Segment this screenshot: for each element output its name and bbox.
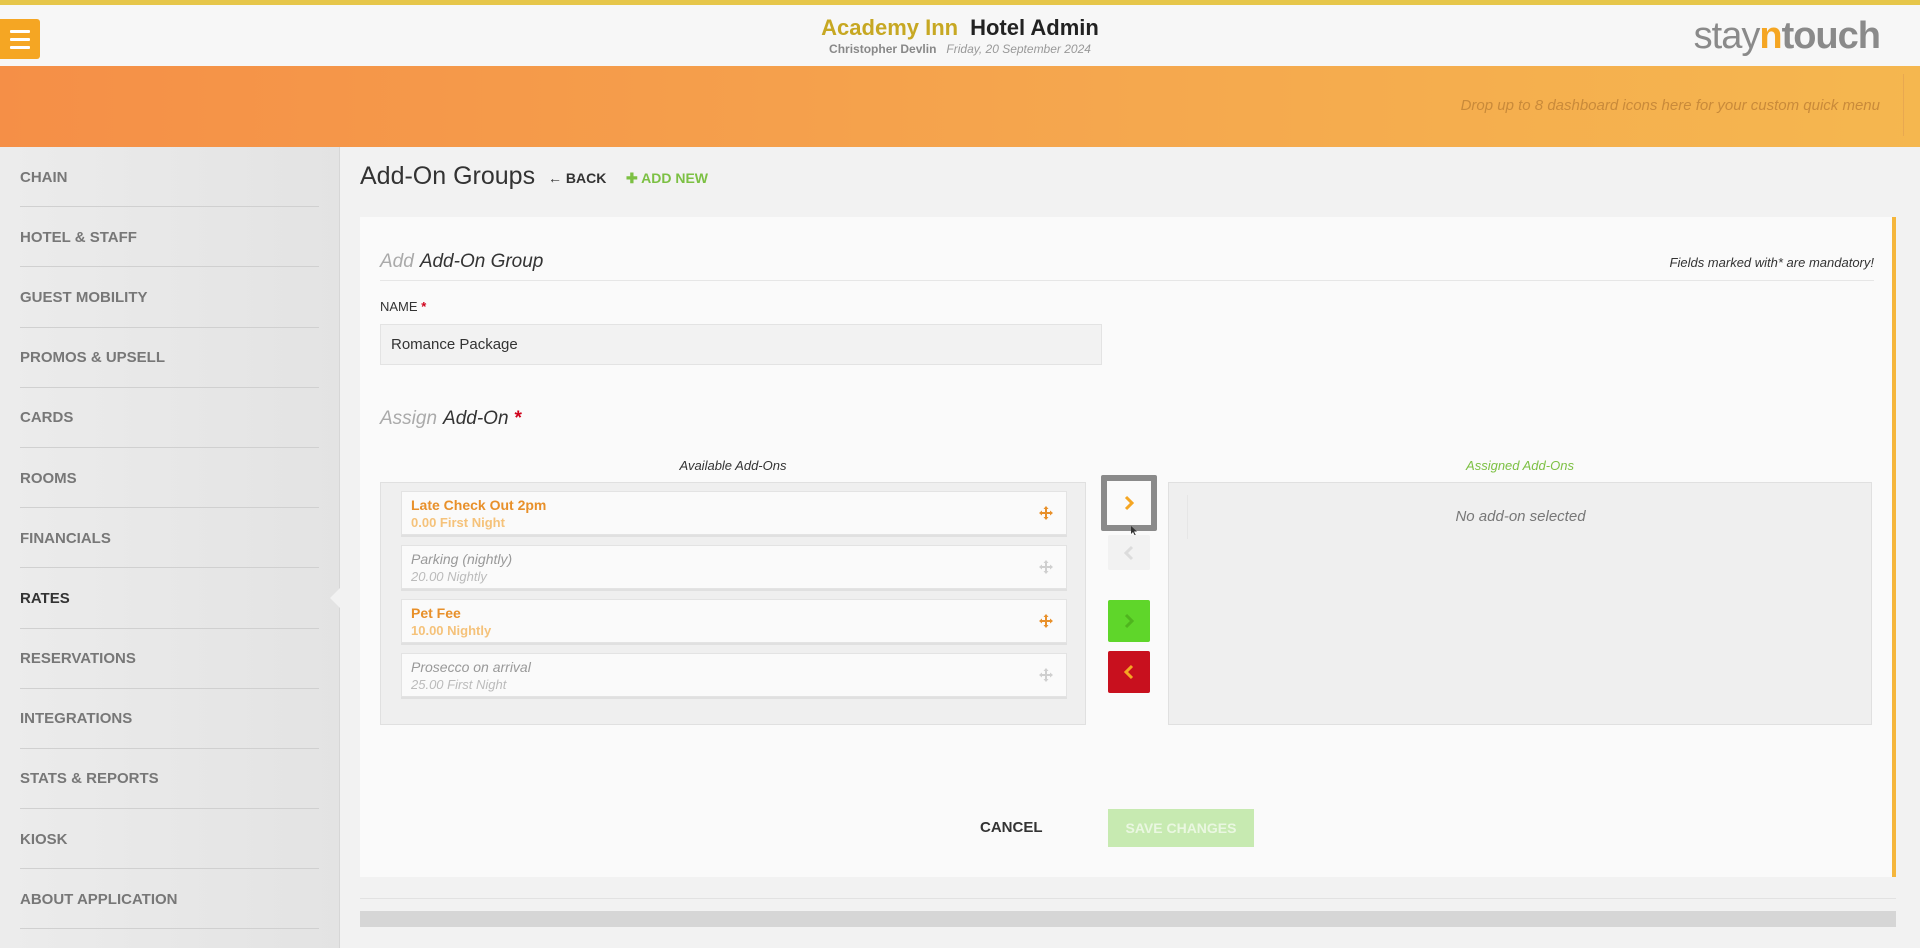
page-title: Add-On Groups	[360, 162, 536, 190]
stayntouch-logo: stayntouch	[1693, 15, 1881, 57]
sidebar-item-chain[interactable]: CHAIN	[0, 147, 339, 208]
move-all-left-button[interactable]	[1108, 651, 1150, 693]
sidebar-item-reservations[interactable]: RESERVATIONS	[0, 629, 339, 689]
empty-state-text: No add-on selected	[1187, 495, 1853, 539]
name-label: NAME *	[380, 299, 427, 314]
sidebar-item-rates[interactable]: RATES	[0, 568, 340, 629]
sidebar-item-hotel-staff[interactable]: HOTEL & STAFF	[0, 207, 339, 268]
sidebar-item-rooms[interactable]: ROOMS	[0, 448, 339, 509]
drag-move-icon[interactable]	[1038, 667, 1054, 683]
plus-icon: ✚	[626, 170, 638, 186]
drag-move-icon[interactable]	[1038, 505, 1054, 521]
app-brand: Academy Inn Hotel Admin Christopher Devli…	[0, 15, 1920, 56]
form-heading: Add Add-On Group	[380, 251, 544, 272]
add-new-button[interactable]: ✚ ADD NEW	[626, 170, 708, 187]
sidebar-item-stats-reports[interactable]: STATS & REPORTS	[0, 749, 339, 810]
sidebar-item-kiosk[interactable]: KIOSK	[0, 809, 339, 870]
quick-menu-hint: Drop up to 8 dashboard icons here for yo…	[1460, 97, 1880, 114]
available-add-ons-list: Late Check Out 2pm 0.00 First Night Park…	[380, 482, 1086, 725]
sidebar-item-financials[interactable]: FINANCIALS	[0, 508, 339, 569]
arrow-left-icon: ←	[548, 170, 562, 186]
sidebar-item-promos-upsell[interactable]: PROMOS & UPSELL	[0, 328, 339, 388]
sidebar-item-about-application[interactable]: ABOUT APPLICATION	[0, 869, 339, 930]
move-all-right-button[interactable]	[1108, 600, 1150, 642]
sidebar-nav: CHAIN HOTEL & STAFF GUEST MOBILITY PROMO…	[0, 147, 340, 948]
list-item[interactable]: Parking (nightly) 20.00 Nightly	[401, 545, 1067, 589]
list-item[interactable]: Prosecco on arrival 25.00 First Night	[401, 653, 1067, 697]
quick-menu-dropzone[interactable]: Drop up to 8 dashboard icons here for yo…	[0, 66, 1920, 147]
assigned-add-ons-title: Assigned Add-Ons	[1466, 458, 1574, 473]
sidebar-item-integrations[interactable]: INTEGRATIONS	[0, 689, 339, 750]
top-header: Academy Inn Hotel Admin Christopher Devli…	[0, 0, 1920, 66]
chevron-right-icon	[1124, 495, 1135, 511]
assign-add-on-heading: Assign Add-On *	[380, 408, 522, 429]
sidebar-item-guest-mobility[interactable]: GUEST MOBILITY	[0, 267, 339, 328]
back-button[interactable]: ← BACK	[548, 170, 606, 186]
name-field[interactable]	[380, 324, 1102, 365]
app-name: Hotel Admin	[970, 15, 1099, 40]
chevron-right-icon	[1124, 613, 1135, 629]
divider	[360, 898, 1896, 899]
cancel-button[interactable]: CANCEL	[980, 819, 1043, 836]
dropzone-divider	[1903, 74, 1904, 136]
list-item[interactable]: Late Check Out 2pm 0.00 First Night	[401, 491, 1067, 535]
chevron-left-icon	[1123, 545, 1134, 560]
divider	[380, 280, 1874, 281]
hotel-name: Academy Inn	[821, 15, 959, 40]
sidebar-item-cards[interactable]: CARDS	[0, 388, 339, 449]
save-changes-button[interactable]: SAVE CHANGES	[1108, 809, 1254, 847]
chevron-left-icon	[1123, 664, 1134, 680]
mandatory-note: Fields marked with* are mandatory!	[1669, 255, 1874, 270]
assigned-add-ons-list[interactable]: No add-on selected	[1168, 482, 1872, 725]
drag-move-icon[interactable]	[1038, 559, 1054, 575]
current-date: Friday, 20 September 2024	[946, 42, 1091, 56]
add-on-group-form: Add Add-On Group Fields marked with* are …	[360, 217, 1896, 877]
horizontal-scrollbar[interactable]	[360, 911, 1896, 927]
user-name: Christopher Devlin	[829, 42, 937, 56]
drag-move-icon[interactable]	[1038, 613, 1054, 629]
list-item[interactable]: Pet Fee 10.00 Nightly	[401, 599, 1067, 643]
move-selected-left-button[interactable]	[1108, 535, 1150, 570]
available-add-ons-title: Available Add-Ons	[679, 458, 787, 473]
move-selected-right-button[interactable]	[1101, 475, 1157, 531]
